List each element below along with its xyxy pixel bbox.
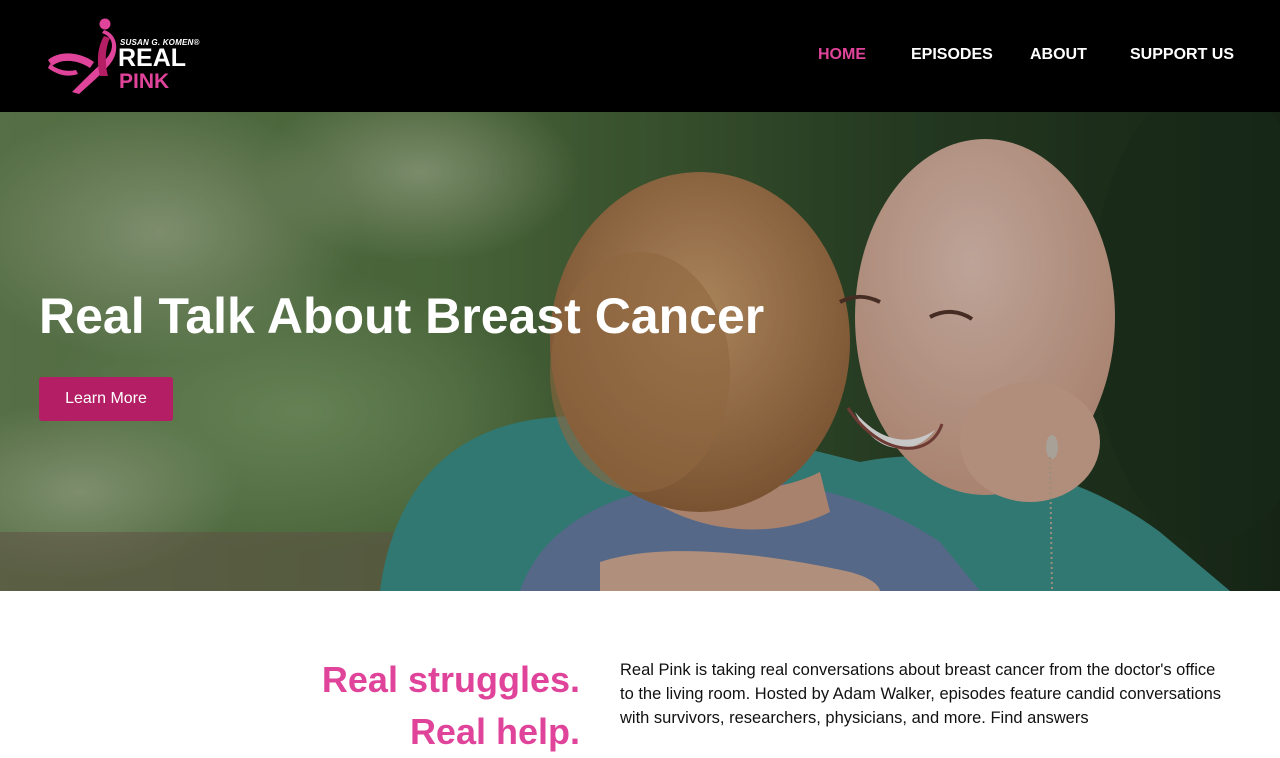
real-pink-logo[interactable]: SUSAN G. KOMEN® REAL PINK [46,16,206,96]
hero-title: Real Talk About Breast Cancer [39,288,765,344]
intro-heading: Real struggles. Real help. [180,654,580,758]
intro-heading-line2: Real help. [409,711,580,752]
nav-item-about[interactable]: ABOUT [1030,44,1087,66]
site-header: SUSAN G. KOMEN® REAL PINK HOME EPISODES … [0,0,1280,112]
nav-item-episodes[interactable]: EPISODES [911,44,993,66]
logo-wordmark-pink: PINK [119,70,170,93]
intro-body: Real Pink is taking real conversations a… [620,661,1222,727]
nav-item-support-us[interactable]: SUPPORT US [1130,44,1234,66]
hero-banner: Real Talk About Breast Cancer Learn More [0,112,1280,591]
nav-item-home[interactable]: HOME [818,44,866,66]
intro-heading-line1: Real struggles. [321,659,580,700]
learn-more-button[interactable]: Learn More [39,377,173,421]
pink-ribbon-icon [48,18,117,94]
logo-wordmark-real: REAL [118,44,187,72]
hero-photo [0,112,1280,591]
